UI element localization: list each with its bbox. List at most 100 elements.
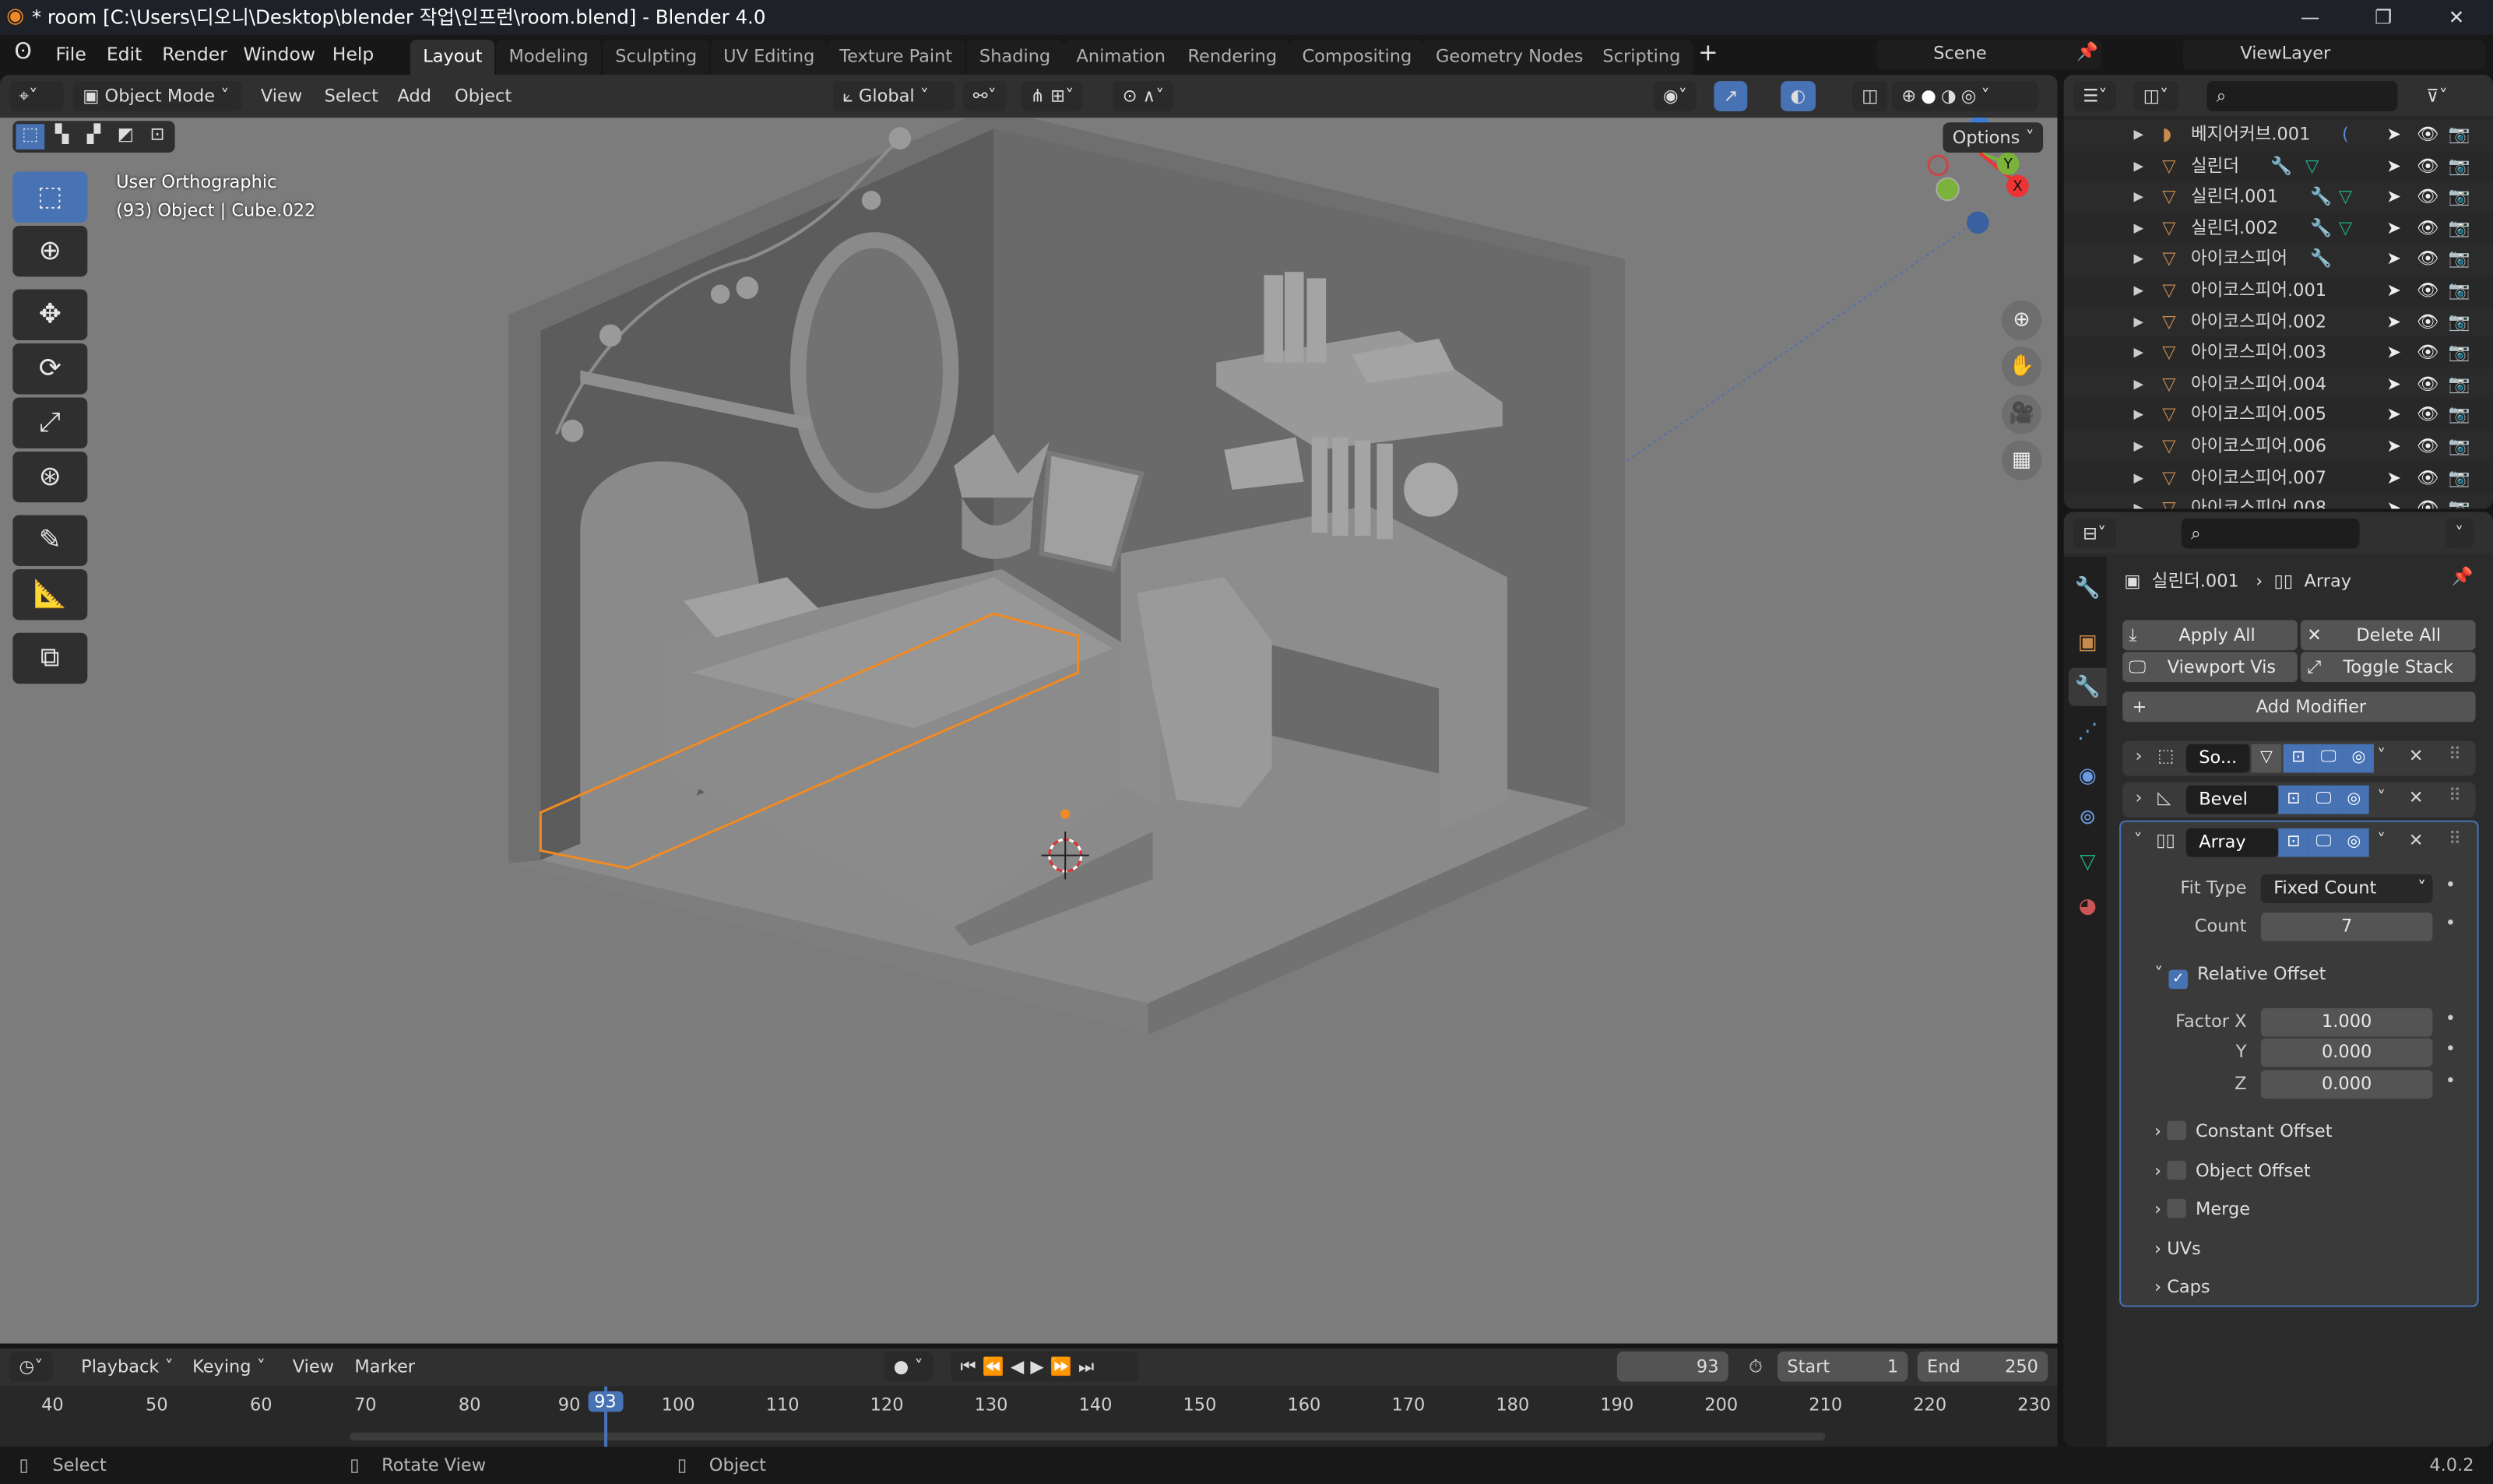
menu-keying[interactable]: Keying ˅ <box>183 1352 275 1382</box>
modifier-wrench-icon[interactable]: 🔧 <box>2310 213 2332 244</box>
eye-icon[interactable]: 👁 <box>2417 399 2439 431</box>
eye-icon[interactable]: 👁 <box>2417 181 2439 213</box>
filter-icon[interactable]: ⊽˅ <box>2417 81 2457 111</box>
selectable-arrow-icon[interactable]: ➤ <box>2386 213 2401 244</box>
eye-icon[interactable]: 👁 <box>2417 306 2439 337</box>
outliner-item-name[interactable]: 아이코스피어.004 <box>2191 368 2326 399</box>
select-extend-icon[interactable]: ▚ <box>47 124 76 149</box>
auto-keying-icon[interactable]: ● ˅ <box>884 1351 933 1382</box>
maximize-button[interactable]: ❐ <box>2347 0 2420 35</box>
outliner-item-name[interactable]: 아이코스피어.008 <box>2191 493 2326 509</box>
workspace-tab-sculpting[interactable]: Sculpting <box>602 40 710 75</box>
outliner-item[interactable]: ▶ ◗ 베지어커브.001 ( ➤ 👁 📷 <box>2063 119 2493 151</box>
outliner-item[interactable]: ▶ ▽ 아이코스피어.005 ➤ 👁 📷 <box>2064 399 2493 431</box>
outliner-item-name[interactable]: 아이코스피어 <box>2191 244 2287 275</box>
keyframe-dot-icon[interactable]: • <box>2446 913 2456 934</box>
relative-offset-checkbox[interactable]: ✓ <box>2168 969 2188 990</box>
outliner-item-name[interactable]: 아이코스피어.007 <box>2191 462 2326 493</box>
outliner-item-name[interactable]: 아이코스피어.002 <box>2191 306 2326 337</box>
rotate-tool-icon[interactable]: ⟳ <box>12 343 88 395</box>
expand-arrow-icon[interactable]: ▶ <box>2133 213 2143 244</box>
outliner-item[interactable]: ▶ ▽ 실린더 🔧 ▽ ➤ 👁 📷 <box>2064 150 2493 181</box>
render-icon[interactable]: ◎ <box>2338 828 2369 857</box>
chevron-down-icon[interactable]: ˅ <box>2377 746 2386 767</box>
selectable-arrow-icon[interactable]: ➤ <box>2386 337 2401 368</box>
selection-mode-buttons[interactable]: ⬚ ▚ ▞ ◩ ⊡ <box>12 121 175 153</box>
modifier-name-field[interactable]: Array <box>2185 828 2279 857</box>
eye-icon[interactable]: 👁 <box>2417 462 2439 493</box>
outliner-item[interactable]: ▶ ▽ 아이코스피어.002 ➤ 👁 📷 <box>2063 306 2493 338</box>
stopwatch-icon[interactable]: ⏱ <box>1739 1352 1772 1382</box>
workspace-tab-shading[interactable]: Shading <box>966 40 1064 75</box>
outliner-item-name[interactable]: 아이코스피어.005 <box>2191 399 2326 431</box>
relative-offset-subpanel[interactable]: ˅ ✓ Relative Offset <box>2154 960 2326 990</box>
minimize-button[interactable]: — <box>2273 0 2347 35</box>
add-modifier-button[interactable]: + Add Modifier <box>2122 691 2476 723</box>
pan-hand-icon[interactable]: ✋ <box>2002 346 2042 387</box>
scale-tool-icon[interactable]: ⤢ <box>12 397 88 448</box>
timeline-editor-type-icon[interactable]: ◷˅ <box>9 1351 53 1382</box>
delete-all-button[interactable]: ✕ Delete All <box>2300 620 2476 651</box>
expand-arrow-icon[interactable]: ▶ <box>2133 119 2143 150</box>
menu-render[interactable]: Render <box>162 43 227 65</box>
proportional-edit-icon[interactable]: ⊙ ∧˅ <box>1113 81 1174 111</box>
pin-icon[interactable]: 📌 <box>2076 41 2098 62</box>
eye-icon[interactable]: 👁 <box>2417 244 2439 275</box>
uvs-subpanel[interactable]: › UVs <box>2154 1236 2201 1264</box>
menu-playback[interactable]: Playback ˅ <box>72 1352 183 1382</box>
move-tool-icon[interactable]: ✥ <box>12 289 88 341</box>
modifier-wrench-icon[interactable]: 🔧 <box>2310 244 2332 275</box>
expand-arrow-icon[interactable]: ▶ <box>2133 275 2143 306</box>
outliner-item-name[interactable]: 아이코스피어.006 <box>2191 431 2326 462</box>
expand-arrow-icon[interactable]: ▶ <box>2133 306 2143 337</box>
outliner-item-name[interactable]: 아이코스피어.003 <box>2191 337 2326 368</box>
camera-render-icon[interactable]: 📷 <box>2449 368 2470 399</box>
factor-x-field[interactable]: 1.000 <box>2260 1008 2433 1037</box>
remove-modifier-icon[interactable]: ✕ <box>2409 746 2424 767</box>
editor-type-button[interactable]: ⌖˅ <box>9 81 64 111</box>
measure-tool-icon[interactable]: 📐 <box>12 569 88 621</box>
select-invert-icon[interactable]: ◩ <box>111 124 140 149</box>
camera-render-icon[interactable]: 📷 <box>2449 244 2470 275</box>
mesh-data-icon[interactable]: ▽ <box>2305 150 2319 181</box>
menu-view[interactable]: View <box>251 81 312 111</box>
caps-subpanel[interactable]: › Caps <box>2154 1274 2210 1303</box>
overlay-toggle-icon[interactable]: ◐ <box>1781 81 1816 111</box>
visibility-icon[interactable]: ◉˅ <box>1653 81 1697 111</box>
keyframe-dot-icon[interactable]: • <box>2446 874 2456 895</box>
expand-arrow-icon[interactable]: ▶ <box>2133 150 2143 181</box>
options-dropdown[interactable]: Options ˅ <box>1943 122 2045 153</box>
outliner-item[interactable]: ▶ ▽ 실린더.002 🔧 ▽ ➤ 👁 📷 <box>2064 213 2493 244</box>
workspace-tab-modeling[interactable]: Modeling <box>496 40 602 75</box>
object-offset-subpanel[interactable]: › Object Offset <box>2154 1158 2311 1187</box>
modifier-name-field[interactable]: So... <box>2185 744 2250 773</box>
chevron-down-icon[interactable]: ˅ <box>2377 830 2386 851</box>
select-box-tool-icon[interactable]: ⬚ <box>12 171 88 223</box>
zoom-icon[interactable]: ⊕ <box>2002 300 2042 341</box>
select-intersect-icon[interactable]: ⊡ <box>143 124 172 149</box>
current-frame-field[interactable]: 93 <box>1616 1351 1728 1382</box>
outliner-item[interactable]: ▶ ▽ 아이코스피어 🔧 ➤ 👁 📷 <box>2063 244 2493 276</box>
selectable-arrow-icon[interactable]: ➤ <box>2386 399 2401 431</box>
selectable-arrow-icon[interactable]: ➤ <box>2386 431 2401 462</box>
camera-render-icon[interactable]: 📷 <box>2449 213 2470 244</box>
realtime-icon[interactable]: 🖵 <box>2308 785 2339 814</box>
tool-tab-icon[interactable]: 🔧 <box>2069 569 2107 607</box>
apply-all-button[interactable]: ⤓ Apply All <box>2122 620 2298 651</box>
add-cube-tool-icon[interactable]: ⧉ <box>12 632 88 684</box>
select-new-icon[interactable]: ⬚ <box>16 124 45 149</box>
menu-timeline-view[interactable]: View <box>283 1352 343 1382</box>
render-icon[interactable]: ◎ <box>2344 744 2374 773</box>
selectable-arrow-icon[interactable]: ➤ <box>2386 368 2401 399</box>
camera-render-icon[interactable]: 📷 <box>2449 462 2470 493</box>
menu-object[interactable]: Object <box>445 81 522 111</box>
selectable-arrow-icon[interactable]: ➤ <box>2386 150 2401 181</box>
eye-icon[interactable]: 👁 <box>2417 150 2439 181</box>
camera-render-icon[interactable]: 📷 <box>2449 399 2470 431</box>
keyframe-dot-icon[interactable]: • <box>2446 1008 2456 1029</box>
eye-icon[interactable]: 👁 <box>2417 337 2439 368</box>
selectable-arrow-icon[interactable]: ➤ <box>2386 493 2401 509</box>
properties-editor-type-icon[interactable]: ⊟˅ <box>2073 518 2116 549</box>
edit-mode-cage-icon[interactable]: ▽ <box>2251 744 2282 773</box>
modifier-tab-icon[interactable]: 🔧 <box>2068 667 2107 706</box>
